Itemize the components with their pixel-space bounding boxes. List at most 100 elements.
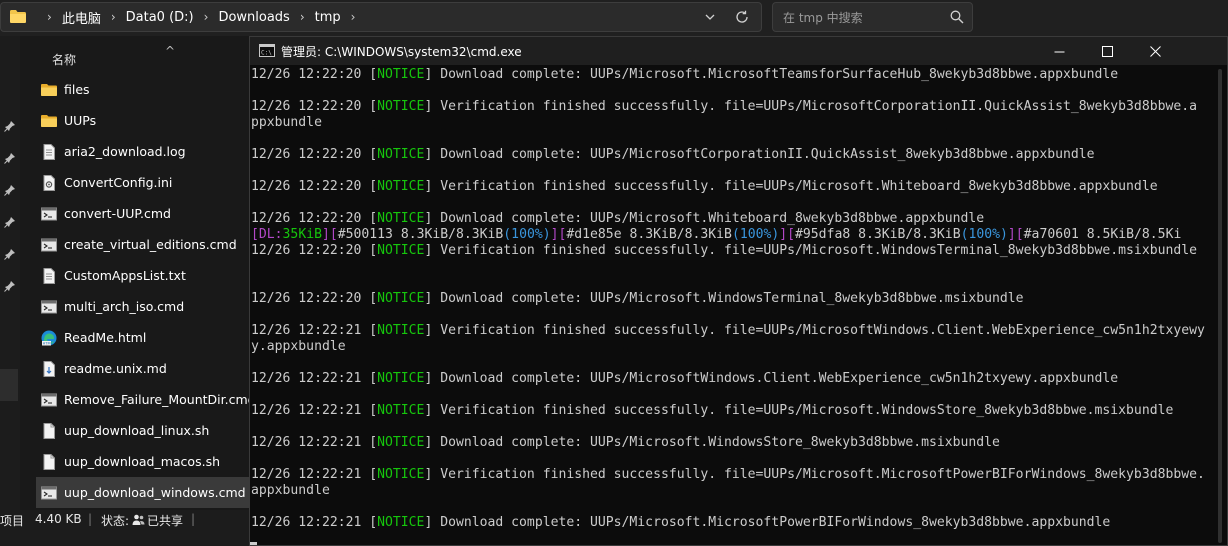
cmd-output[interactable]: 12/26 12:22:20 [NOTICE] Download complet… [251, 67, 1213, 545]
status-divider: | [88, 512, 93, 526]
chevron-right-icon[interactable]: › [204, 10, 209, 24]
cmd-text: #95dfa8 8.3KiB/8.3KiB [795, 227, 961, 242]
breadcrumb-downloads[interactable]: Downloads [218, 10, 289, 25]
file-row[interactable]: uup_download_windows.cmd [36, 477, 250, 508]
cmd-text: 12/26 12:22:21 [ [251, 403, 378, 418]
close-button[interactable] [1131, 37, 1179, 65]
cmd-output-line [251, 131, 1213, 147]
pin-icon [4, 121, 15, 132]
chevron-down-icon[interactable] [704, 11, 716, 23]
cmd-output-line [251, 451, 1213, 467]
file-name: uup_download_windows.cmd [64, 485, 246, 500]
cmd-cyan-text: (100%) [731, 227, 780, 242]
breadcrumb-this-pc[interactable]: 此电脑 [62, 8, 101, 27]
pin-icon [4, 153, 15, 164]
cmd-output-line [251, 387, 1213, 403]
scrollbar-thumb[interactable] [1218, 69, 1222, 543]
file-row[interactable]: UUPs [36, 105, 250, 136]
cmd-text: appxbundle [251, 483, 330, 498]
chevron-right-icon[interactable]: › [351, 10, 356, 24]
file-row[interactable]: ConvertConfig.ini [36, 167, 250, 198]
pin-icon [4, 281, 15, 292]
cmd-output-line: 12/26 12:22:21 [NOTICE] Verification fin… [251, 403, 1213, 419]
breadcrumb-tmp[interactable]: tmp [315, 10, 341, 25]
config-file-icon [41, 174, 57, 191]
cmd-output-line [251, 275, 1213, 291]
cmd-green-text: NOTICE [377, 211, 425, 226]
minimize-button[interactable] [1035, 37, 1083, 65]
cmd-green-text: NOTICE [377, 435, 425, 450]
file-name: files [64, 82, 90, 97]
file-row[interactable]: create_virtual_editions.cmd [36, 229, 250, 260]
cmd-output-line: 12/26 12:22:21 [NOTICE] Download complet… [251, 515, 1213, 531]
cmd-cyan-text: (100%) [960, 227, 1008, 242]
search-icon[interactable] [950, 10, 964, 24]
cmd-purple-text: ][ [779, 227, 796, 242]
share-state-value: 已共享 [147, 514, 184, 528]
file-row[interactable]: uup_download_linux.sh [36, 415, 250, 446]
cmd-green-text: NOTICE [377, 403, 425, 418]
search-box[interactable] [772, 2, 973, 32]
search-input[interactable] [781, 8, 945, 28]
file-name: Remove_Failure_MountDir.cmd [64, 392, 256, 407]
cmd-text: ] Download complete: UUPs/Microsoft.Wind… [424, 291, 1024, 306]
cmd-text: 12/26 12:22:20 [ [251, 179, 378, 194]
cmd-text: ] Verification finished successfully. fi… [424, 323, 1205, 338]
file-name: multi_arch_iso.cmd [64, 299, 185, 314]
text-cursor [250, 542, 257, 545]
cmd-green-text: NOTICE [377, 179, 425, 194]
file-row[interactable]: aria2_download.log [36, 136, 250, 167]
cmd-titlebar[interactable]: C:\ 管理员: C:\WINDOWS\system32\cmd.exe [250, 37, 1227, 65]
chevron-right-icon[interactable]: › [300, 10, 305, 24]
nav-item-selected[interactable] [0, 369, 18, 401]
file-name: aria2_download.log [64, 144, 186, 159]
file-row[interactable]: multi_arch_iso.cmd [36, 291, 250, 322]
cmd-green-text: NOTICE [377, 99, 425, 114]
file-row[interactable]: uup_download_macos.sh [36, 446, 250, 477]
column-header-name[interactable]: 名称 [52, 51, 76, 68]
status-divider: | [191, 512, 196, 526]
cmd-window[interactable]: C:\ 管理员: C:\WINDOWS\system32\cmd.exe 12/… [249, 36, 1228, 546]
cmd-output-line: 12/26 12:22:20 [NOTICE] Verification fin… [251, 243, 1213, 259]
cmd-green-text: NOTICE [377, 291, 425, 306]
chevron-right-icon[interactable]: › [111, 10, 116, 24]
maximize-button[interactable] [1083, 37, 1131, 65]
cmd-green-text: NOTICE [377, 515, 425, 530]
folder-icon [41, 113, 57, 129]
cmd-output-line: ppxbundle [251, 115, 1213, 131]
file-row[interactable]: Remove_Failure_MountDir.cmd [36, 384, 256, 415]
cmd-text: 12/26 12:22:20 [ [251, 211, 378, 226]
cmd-text: #500113 8.3KiB/8.3KiB [337, 227, 504, 242]
cmd-text: 12/26 12:22:21 [ [251, 435, 378, 450]
file-row[interactable]: convert-UUP.cmd [36, 198, 250, 229]
cmd-file-icon [41, 237, 57, 253]
cmd-green-text: NOTICE [377, 371, 425, 386]
breadcrumb-drive[interactable]: Data0 (D:) [126, 10, 194, 25]
file-row[interactable]: CustomAppsList.txt [36, 260, 250, 291]
refresh-icon[interactable] [735, 10, 749, 24]
cmd-output-line: 12/26 12:22:21 [NOTICE] Download complet… [251, 371, 1213, 387]
cmd-purple-text: ][ [550, 227, 567, 242]
cmd-text: ] Download complete: UUPs/Microsoft.Micr… [424, 515, 1111, 530]
file-row[interactable]: files [36, 74, 250, 105]
cmd-window-title: 管理员: C:\WINDOWS\system32\cmd.exe [281, 45, 522, 59]
file-row[interactable]: readme.unix.md [36, 353, 250, 384]
cmd-scrollbar[interactable] [1214, 67, 1226, 545]
cmd-output-line [251, 499, 1213, 515]
cmd-text: 12/26 12:22:20 [ [251, 243, 378, 258]
breadcrumb: › 此电脑 › Data0 (D:) › Downloads › tmp › [37, 3, 365, 31]
file-name: uup_download_linux.sh [64, 423, 210, 438]
cmd-text: 12/26 12:22:21 [ [251, 323, 378, 338]
address-bar[interactable]: › 此电脑 › Data0 (D:) › Downloads › tmp › [0, 2, 762, 32]
file-row[interactable]: HTML ReadMe.html [36, 322, 250, 353]
cmd-text: ppxbundle [251, 115, 322, 130]
edge-html-icon: HTML [41, 330, 57, 346]
cmd-green-text: NOTICE [377, 67, 425, 82]
sort-ascending-icon[interactable]: ^ [165, 44, 175, 58]
cmd-green-text: NOTICE [377, 147, 425, 162]
cmd-text: #d1e85e 8.3KiB/8.3KiB [566, 227, 732, 242]
file-name: ConvertConfig.ini [64, 175, 173, 190]
cmd-text: ] Verification finished successfully. fi… [424, 179, 1158, 194]
file-icon [41, 422, 57, 439]
cmd-output-line [251, 307, 1213, 323]
